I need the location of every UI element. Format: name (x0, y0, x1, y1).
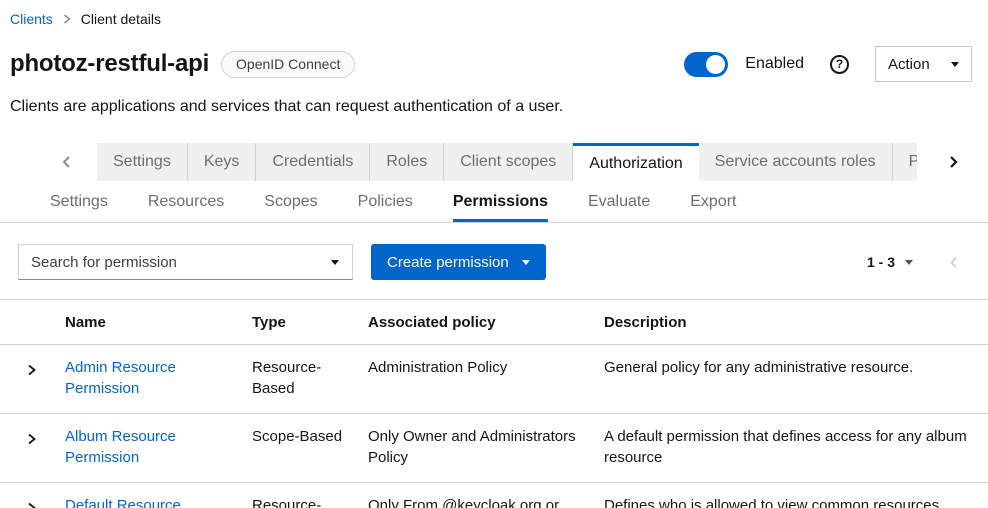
subtab-settings[interactable]: Settings (50, 181, 108, 222)
permission-type: Scope-Based (252, 414, 368, 483)
action-dropdown[interactable]: Action (875, 46, 972, 82)
permission-description: Defines who is allowed to view common re… (604, 483, 988, 508)
table-row: Admin Resource Permission Resource-Based… (0, 345, 988, 414)
pagination-menu-toggle[interactable]: 1 - 3 (867, 254, 913, 270)
search-select (18, 244, 353, 280)
authorization-subtabs: Settings Resources Scopes Policies Permi… (0, 181, 988, 223)
subtab-scopes[interactable]: Scopes (264, 181, 317, 222)
pagination-previous-button[interactable] (949, 256, 958, 269)
tab-settings[interactable]: Settings (97, 143, 188, 181)
chevron-right-icon (948, 155, 958, 169)
column-header-description: Description (604, 300, 988, 345)
action-dropdown-label: Action (888, 56, 930, 73)
search-caret-down-icon[interactable] (331, 260, 339, 265)
caret-down-icon (522, 260, 530, 265)
tab-roles[interactable]: Roles (370, 143, 444, 181)
tab-keys[interactable]: Keys (188, 143, 257, 181)
create-permission-label: Create permission (387, 254, 509, 271)
tab-permissions[interactable]: Permissions (893, 143, 917, 181)
expand-column-header (0, 300, 65, 345)
client-details-page: Clients Client details photoz-restful-ap… (0, 0, 988, 508)
breadcrumb: Clients Client details (0, 0, 988, 27)
subtab-export[interactable]: Export (690, 181, 736, 222)
permission-name-link[interactable]: Default Resource Permission (65, 497, 181, 508)
enabled-label: Enabled (745, 55, 804, 73)
permission-type: Resource-Based (252, 345, 368, 414)
chevron-right-icon (26, 502, 37, 508)
enabled-toggle[interactable] (684, 52, 728, 77)
permission-description: A default permission that defines access… (604, 414, 988, 483)
tabs-strip: Settings Keys Credentials Roles Client s… (97, 143, 917, 181)
page-title: photoz-restful-api (10, 50, 209, 78)
table-header-row: Name Type Associated policy Description (0, 300, 988, 345)
tab-client-scopes[interactable]: Client scopes (444, 143, 573, 181)
breadcrumb-separator-icon (63, 14, 71, 24)
search-input[interactable] (19, 245, 352, 279)
tab-authorization[interactable]: Authorization (573, 143, 698, 181)
table-row: Default Resource Permission Resource-Bas… (0, 483, 988, 508)
permission-name-link[interactable]: Album Resource Permission (65, 428, 176, 466)
tabs-scroll-right-button[interactable] (917, 143, 988, 181)
tab-credentials[interactable]: Credentials (256, 143, 370, 181)
tab-service-accounts-roles[interactable]: Service accounts roles (699, 143, 893, 181)
permission-type: Resource-Based (252, 483, 368, 508)
row-expand-button[interactable] (26, 502, 37, 508)
chevron-right-icon (26, 433, 37, 445)
row-expand-button[interactable] (26, 433, 37, 445)
caret-down-icon (905, 260, 913, 265)
subtab-resources[interactable]: Resources (148, 181, 224, 222)
subtab-permissions[interactable]: Permissions (453, 181, 548, 222)
breadcrumb-current: Client details (81, 11, 161, 27)
associated-policy: Only Owner and Administrators Policy (368, 414, 604, 483)
permissions-table: Name Type Associated policy Description … (0, 299, 988, 508)
permission-name-link[interactable]: Admin Resource Permission (65, 359, 176, 397)
page-description: Clients are applications and services th… (10, 98, 972, 116)
create-permission-button[interactable]: Create permission (371, 244, 546, 280)
chevron-left-icon (949, 256, 958, 269)
row-expand-button[interactable] (26, 364, 37, 376)
permissions-toolbar: Create permission 1 - 3 (0, 223, 988, 280)
pagination-range: 1 - 3 (867, 254, 895, 270)
chevron-left-icon (61, 155, 71, 169)
caret-down-icon (951, 62, 959, 67)
permission-description: General policy for any administrative re… (604, 345, 988, 414)
help-icon[interactable] (830, 55, 849, 74)
column-header-policy: Associated policy (368, 300, 604, 345)
column-header-type: Type (252, 300, 368, 345)
associated-policy: Administration Policy (368, 345, 604, 414)
table-row: Album Resource Permission Scope-Based On… (0, 414, 988, 483)
toggle-knob-icon (706, 55, 725, 74)
client-tabs: Settings Keys Credentials Roles Client s… (0, 143, 988, 181)
column-header-name: Name (65, 300, 252, 345)
breadcrumb-clients-link[interactable]: Clients (10, 11, 53, 27)
subtab-policies[interactable]: Policies (358, 181, 413, 222)
chevron-right-icon (26, 364, 37, 376)
tabs-scroll-left-button[interactable] (0, 143, 97, 181)
subtab-evaluate[interactable]: Evaluate (588, 181, 650, 222)
pagination: 1 - 3 (867, 254, 958, 270)
associated-policy: Only From @keycloak.org or Admin (368, 483, 604, 508)
protocol-badge: OpenID Connect (221, 51, 355, 78)
page-header: photoz-restful-api OpenID Connect Enable… (0, 46, 988, 116)
